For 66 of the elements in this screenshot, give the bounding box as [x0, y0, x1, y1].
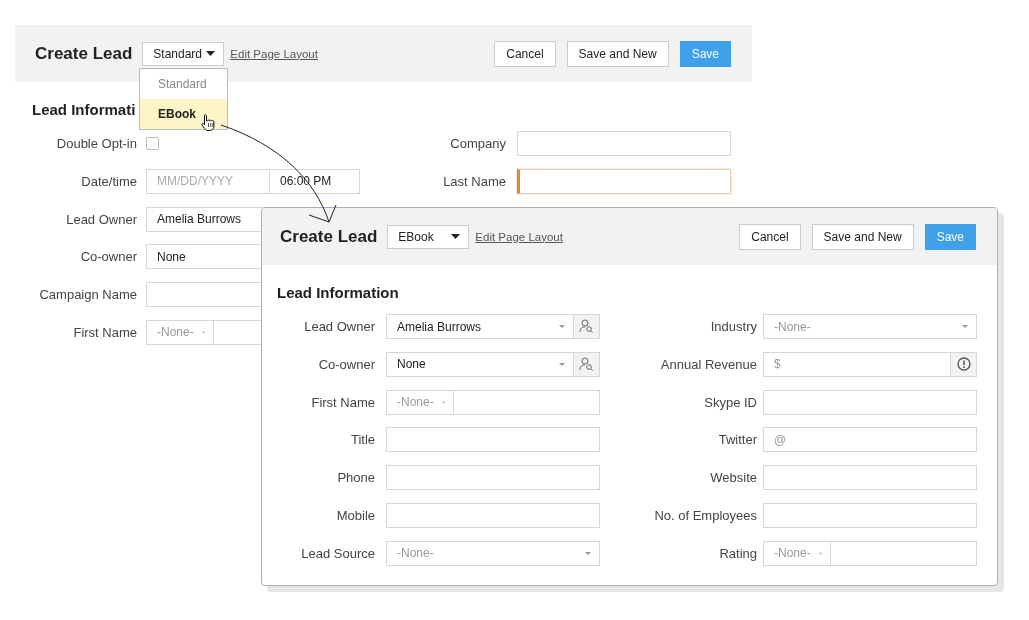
field-label: Campaign Name [39, 287, 137, 303]
caret-icon [451, 234, 461, 239]
user-search-icon [579, 319, 594, 334]
field-label: Date/time [81, 173, 137, 189]
caret-icon [559, 362, 565, 366]
field-label: Lead Source [301, 545, 375, 561]
input-field[interactable] [386, 465, 600, 491]
field-label: Mobile [336, 508, 375, 523]
layout-dropdown[interactable]: EBook [387, 224, 470, 249]
caret-icon [201, 331, 205, 334]
field-label: Rating [719, 545, 757, 561]
info-icon [956, 357, 971, 372]
input-field[interactable] [454, 389, 600, 415]
field-label: Skype ID [704, 394, 757, 410]
input-field[interactable] [517, 131, 731, 156]
input-field[interactable] [763, 465, 977, 491]
field-label: Company [450, 136, 506, 151]
field-label: Title [350, 432, 375, 448]
layout-dropdown[interactable]: Standard [142, 41, 225, 66]
action-button[interactable]: Save and New [811, 223, 914, 250]
caret-icon [962, 325, 968, 328]
date-field[interactable]: MM/DD/YYYY [146, 168, 270, 194]
caret-icon [206, 51, 216, 56]
checkbox[interactable] [146, 137, 159, 150]
field-label: Industry [710, 319, 757, 334]
input-field[interactable] [763, 503, 977, 528]
field-label: Co-owner [80, 249, 137, 265]
field-label: Website [710, 470, 757, 486]
caret-icon [559, 325, 565, 328]
action-button[interactable]: Save and New [566, 40, 669, 67]
field-label: Co-owner [318, 356, 375, 372]
info-button[interactable] [950, 352, 976, 376]
input-field[interactable] [517, 168, 731, 194]
user-search-icon [579, 356, 594, 372]
input-field[interactable] [386, 503, 600, 528]
field-label: No. of Employees [654, 508, 757, 523]
caret-icon [585, 551, 591, 555]
edit-layout-link[interactable]: Edit Page Layout [475, 230, 563, 243]
field-label: Lead Owner [66, 211, 137, 227]
field-label: Double Opt-in [56, 136, 137, 151]
menu-item[interactable]: EBook [140, 99, 227, 129]
input-field[interactable] [386, 427, 600, 453]
field-label: Annual Revenue [660, 356, 757, 372]
section-heading: Lead Informati [32, 101, 136, 119]
field-label: First Name [311, 394, 375, 410]
section-heading: Lead Information [277, 284, 399, 302]
caret-icon [818, 551, 822, 555]
field-prefix: @ [773, 432, 787, 447]
field-label: Twitter [718, 432, 757, 448]
action-button[interactable]: Cancel [739, 223, 801, 250]
caret-icon [441, 400, 445, 404]
input-field[interactable] [831, 540, 977, 566]
field-label: First Name [73, 325, 137, 340]
owner-dropdown[interactable]: None [386, 351, 574, 377]
action-button[interactable]: Cancel [494, 40, 556, 67]
field-label: Lead Owner [304, 319, 375, 334]
user-search-button[interactable] [574, 314, 600, 339]
page-title: Create Lead [35, 43, 133, 64]
field-label: Phone [337, 470, 375, 486]
input-field[interactable] [763, 389, 977, 415]
edit-layout-link[interactable]: Edit Page Layout [230, 47, 318, 60]
menu-item[interactable]: Standard [140, 69, 227, 99]
field-label: Last Name [443, 173, 506, 189]
owner-dropdown[interactable]: Amelia Burrows [386, 314, 574, 339]
user-search-button[interactable] [574, 351, 600, 377]
field-prefix: $ [773, 357, 781, 372]
